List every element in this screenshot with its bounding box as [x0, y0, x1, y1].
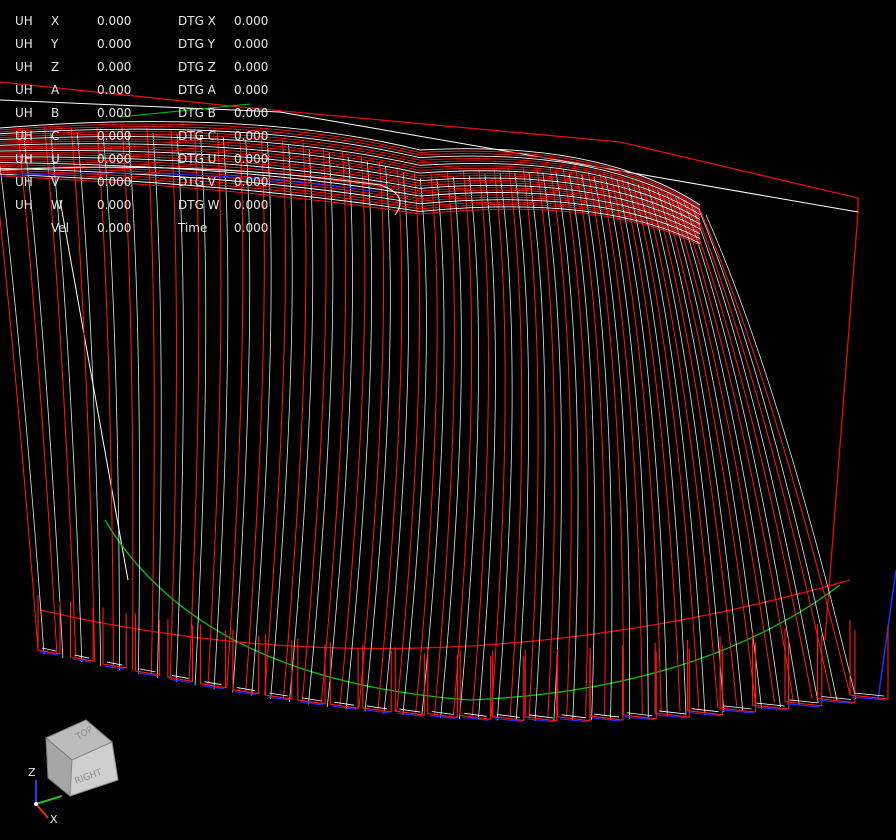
rapid-pass — [675, 196, 781, 707]
tooth-contour — [362, 644, 392, 713]
tooth-contour — [329, 642, 359, 709]
x-axis-label: X — [50, 813, 58, 826]
dro-axis-label: Y — [51, 37, 59, 51]
dro-axis-label: U — [51, 152, 60, 166]
dro-dtg-value: 0.000 — [234, 152, 269, 166]
tooth-contour — [849, 620, 889, 700]
dro-dtg-label: DTG Y — [178, 37, 216, 51]
dro-prefix: UH — [15, 106, 33, 120]
dro-dtg-value: 0.000 — [234, 83, 269, 97]
dro-dtg-value: 0.000 — [234, 129, 269, 143]
dro-value: 0.000 — [97, 198, 132, 212]
dro-prefix: UH — [15, 198, 33, 212]
dro-value: 0.000 — [97, 106, 132, 120]
feed-pass — [621, 176, 681, 712]
dro-dtg-label: DTG V — [178, 175, 216, 189]
rapid-pass — [440, 176, 462, 718]
dro-dtg-value: 0.000 — [234, 175, 269, 189]
dro-dtg-label: DTG U — [178, 152, 217, 166]
rapid-pass — [459, 175, 479, 720]
tooth-contour — [719, 636, 757, 713]
tooth-contour — [524, 649, 558, 722]
dro-dtg-label: DTG A — [178, 83, 216, 97]
rapid-pass — [568, 173, 596, 721]
dro-axis-label: C — [51, 129, 60, 143]
dro-axis-label: Vel — [51, 221, 69, 235]
dro-value: 0.000 — [97, 37, 132, 51]
tooth-contour — [199, 624, 227, 689]
rapid-pass — [698, 209, 838, 702]
dro-prefix: UH — [15, 152, 33, 166]
rapid-pass — [647, 186, 725, 713]
tooth-contour — [427, 648, 458, 719]
feed-pass — [452, 170, 473, 716]
rapid-pass — [528, 172, 546, 722]
dro-prefix: UH — [15, 83, 33, 97]
rapid-pass — [666, 193, 762, 709]
dro-prefix: UH — [15, 60, 33, 74]
x-axis-icon — [35, 803, 49, 819]
feed-pass — [320, 151, 347, 704]
dro-value: 0.000 — [97, 14, 132, 28]
feed-pass — [685, 200, 813, 700]
feed-pass — [699, 209, 851, 696]
feed-pass — [434, 171, 455, 714]
view-cube[interactable]: TOPRIGHTZX — [0, 700, 140, 840]
rapid-pass — [308, 152, 334, 705]
rapid-pass — [364, 166, 391, 712]
rapid-pass — [383, 171, 410, 714]
dro-dtg-label: DTG Z — [178, 60, 216, 74]
toolpath-viewport[interactable]: UH X 0.000 DTG X 0.000 UH Y 0.000 DTG Y 0.000 UH Z 0… — [0, 0, 896, 840]
dro-dtg-label: DTG W — [178, 198, 220, 212]
dro-dtg-label: DTG X — [178, 14, 216, 28]
dro-axis-label: B — [51, 106, 60, 120]
dro-value: 0.000 — [97, 175, 132, 189]
dro-value: 0.000 — [97, 221, 132, 235]
feed-pass — [536, 167, 556, 717]
rapid-pass — [683, 200, 800, 706]
dro-prefix: UH — [15, 37, 33, 51]
dro-axis-label: X — [51, 14, 60, 28]
dro-dtg-value: 0.000 — [234, 37, 269, 51]
dro-prefix: UH — [15, 14, 33, 28]
feed-pass — [692, 204, 832, 698]
dro-dtg-label: Time — [178, 221, 208, 235]
feed-pass — [508, 167, 523, 717]
dro-dtg-value: 0.000 — [234, 60, 269, 74]
feed-pass — [471, 169, 489, 716]
dro-axis-label: A — [51, 83, 60, 97]
limit-box-edge — [877, 569, 896, 701]
dro-overlay: UH X 0.000 DTG X 0.000 UH Y 0.000 DTG Y 0.000 UH Z 0… — [0, 0, 300, 240]
dro-prefix: UH — [15, 175, 33, 189]
dro-prefix: UH — [15, 129, 33, 143]
rapid-pass — [326, 156, 353, 708]
dro-axis-label: V — [51, 175, 60, 189]
dro-value: 0.000 — [97, 129, 132, 143]
origin-icon — [34, 802, 38, 806]
dro-dtg-value: 0.000 — [234, 14, 269, 28]
feed-pass — [522, 167, 539, 718]
feed-pass — [610, 174, 662, 713]
dro-dtg-value: 0.000 — [234, 221, 269, 235]
tooth-contour — [622, 645, 657, 720]
dro-dtg-label: DTG C — [178, 129, 217, 143]
tooth-rapid — [139, 668, 156, 673]
feed-pass — [549, 168, 572, 717]
dro-axis-label: Z — [51, 60, 60, 74]
z-axis-label: Z — [28, 766, 36, 779]
dro-axis-label: W — [51, 198, 63, 212]
dro-dtg-label: DTG B — [178, 106, 216, 120]
tooth-contour — [102, 607, 127, 669]
y-axis-icon — [35, 795, 63, 805]
dro-value: 0.000 — [97, 83, 132, 97]
rapid-pass — [691, 205, 819, 704]
tooth-contour — [557, 649, 591, 722]
rapid-pass — [345, 161, 373, 710]
dro-value: 0.000 — [97, 60, 132, 74]
dro-dtg-value: 0.000 — [234, 106, 269, 120]
dro-value: 0.000 — [97, 152, 132, 166]
tooth-contour — [492, 650, 525, 722]
dro-dtg-value: 0.000 — [234, 198, 269, 212]
